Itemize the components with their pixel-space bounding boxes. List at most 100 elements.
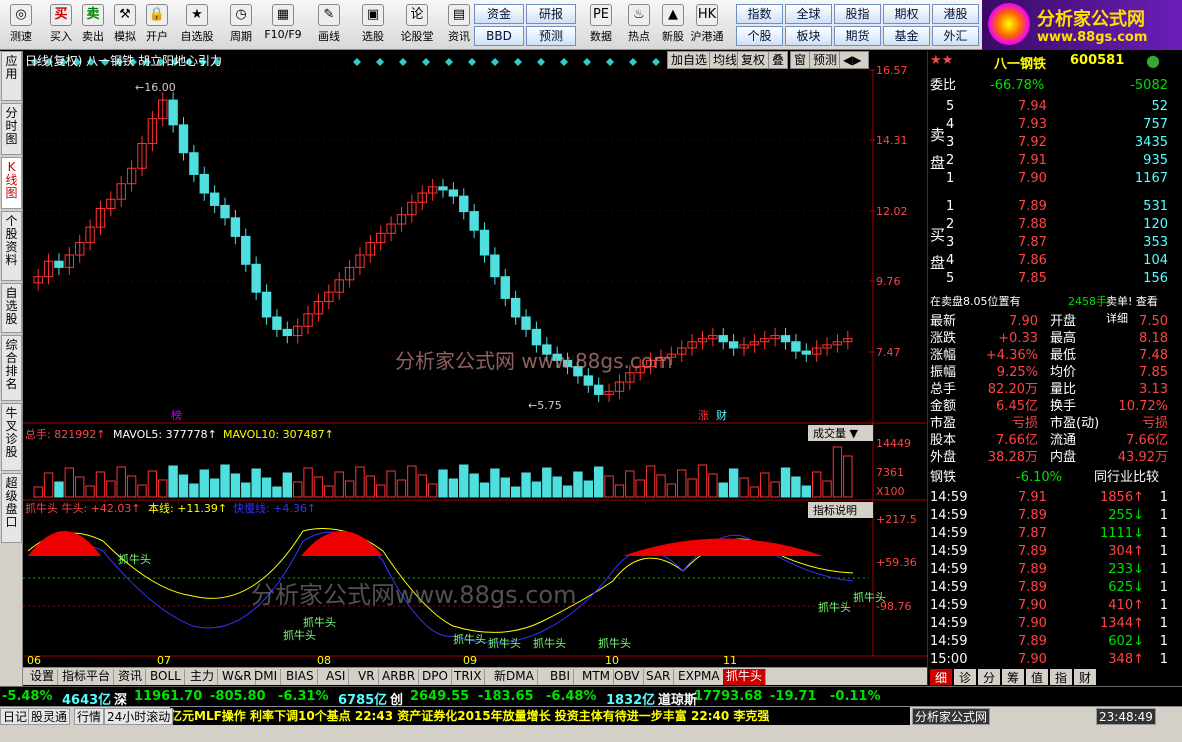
indicator-tab-12[interactable]: TRIX <box>451 669 486 685</box>
grid-button-2[interactable]: BBD <box>474 26 524 46</box>
indicator-tab-2[interactable]: 资讯 <box>115 669 147 685</box>
quote-tab-5[interactable]: 指 <box>1050 669 1072 685</box>
tick-vol: 1344↑ <box>1100 616 1144 631</box>
indicator-tab-10[interactable]: ARBR <box>379 669 420 685</box>
indicator-tab-7[interactable]: BIAS <box>283 669 318 685</box>
quote-tab-6[interactable]: 财 <box>1074 669 1096 685</box>
candle-body <box>583 375 594 386</box>
toolbar-button-6[interactable]: ◷ 周期 <box>220 2 262 48</box>
market-button-4[interactable]: 港股 <box>932 4 979 24</box>
chart-btn-4[interactable]: 窗 <box>790 51 811 69</box>
candle-body <box>490 254 500 278</box>
k1: 最新 <box>930 314 957 329</box>
indicator-tab-15[interactable]: MTM <box>579 669 615 685</box>
status-btn-3[interactable]: 24小时滚动 <box>104 708 174 725</box>
market-button-0[interactable]: 指数 <box>736 4 783 24</box>
status-btn-2[interactable]: 行情 <box>74 708 105 725</box>
globe-icon[interactable]: ● <box>1146 51 1160 70</box>
quote-tab-4[interactable]: 值 <box>1026 669 1048 685</box>
left-tab-3[interactable]: 个股资料 <box>1 211 22 281</box>
candle-body <box>469 211 479 231</box>
toolbar-icon-2: 卖 <box>82 4 104 26</box>
status-btn-1[interactable]: 股灵通 <box>28 708 71 725</box>
ticker-item: -183.65 <box>478 689 534 704</box>
toolbar-icon-13: ♨ <box>628 4 650 26</box>
vol-bar <box>282 472 292 498</box>
webi-diff: -5082 <box>1130 78 1168 93</box>
toolbar-label: 沪港通 <box>690 30 724 43</box>
toolbar-button-10[interactable]: 论论股堂 <box>396 2 438 48</box>
indicator-tab-19[interactable]: 抓牛头 <box>723 669 767 685</box>
toolbar-button-0[interactable]: ◎ 测速 <box>4 2 38 48</box>
grid-button-3[interactable]: 预测 <box>526 26 576 46</box>
indicator-tab-0[interactable]: 设置 <box>27 669 59 685</box>
tick-row: 14:59 7.89 233↓ 1 <box>928 561 1168 578</box>
market-button-6[interactable]: 板块 <box>785 26 832 46</box>
indicator-tab-14[interactable]: BBI <box>547 669 575 685</box>
status-bar: 亿元MLF操作 利率下调10个基点 22:43 资产证券化2015年放量增长 投… <box>0 706 1182 742</box>
quote-tab-0[interactable]: 细 <box>930 669 952 685</box>
grid-button-0[interactable]: 资金 <box>474 4 524 24</box>
toolbar-button-15[interactable]: HK 沪港通 <box>686 2 728 48</box>
chart-btn-2[interactable]: 复权 <box>737 51 770 69</box>
bid-row: 5 7.85 156 <box>928 270 1168 287</box>
vol-bar <box>552 476 562 498</box>
indicator-tab-1[interactable]: 指标平台 <box>59 669 115 685</box>
toolbar-button-7[interactable]: ▦ F10/F9 <box>262 2 304 48</box>
toolbar-button-9[interactable]: ▣ 选股 <box>352 2 394 48</box>
indicator-tab-9[interactable]: VR <box>355 669 379 685</box>
status-right: 分析家公式网 <box>912 708 991 725</box>
tick-price: 7.89 <box>1018 562 1047 577</box>
price-tick-label: 14.31 <box>876 134 908 147</box>
toolbar-button-4[interactable]: 🔒 开户 <box>140 2 174 48</box>
indicator-tab-18[interactable]: EXPMA <box>675 669 724 685</box>
news-scroll[interactable]: 亿元MLF操作 利率下调10个基点 22:43 资产证券化2015年放量增长 投… <box>170 707 910 725</box>
chart-btn-0[interactable]: 加自选 <box>667 51 712 69</box>
left-tab-1[interactable]: 分时图 <box>1 103 22 155</box>
left-tab-5[interactable]: 综合排名 <box>1 335 22 401</box>
grid-button-1[interactable]: 研报 <box>526 4 576 24</box>
left-tab-0[interactable]: 应用 <box>1 51 22 101</box>
chart-nav-icon[interactable]: ◀▶ <box>839 51 869 69</box>
left-tab-2[interactable]: K线图 <box>1 157 22 209</box>
market-button-9[interactable]: 外汇 <box>932 26 979 46</box>
market-button-3[interactable]: 期权 <box>883 4 930 24</box>
quote-tab-1[interactable]: 诊 <box>954 669 976 685</box>
chart-btn-5[interactable]: 预测 <box>809 51 842 69</box>
tick-row: 14:59 7.89 304↑ 1 <box>928 543 1168 560</box>
toolbar-button-12[interactable]: PE 数据 <box>580 2 622 48</box>
chart-canvas[interactable]: 16.57 14.31 12.02 9.76 7.47 ←16.00 ←5.75 分析家公式网… <box>23 51 927 667</box>
market-button-2[interactable]: 股指 <box>834 4 881 24</box>
v2: 7.85 <box>1139 365 1168 380</box>
v1: 9.25% <box>996 365 1038 380</box>
left-tab-6[interactable]: 牛叉诊股 <box>1 403 22 471</box>
toolbar-button-2[interactable]: 卖卖出 <box>76 2 110 48</box>
indicator-tab-4[interactable]: 主力 <box>187 669 219 685</box>
indicator-tab-11[interactable]: DPO <box>419 669 452 685</box>
market-button-7[interactable]: 期货 <box>834 26 881 46</box>
status-btn-0[interactable]: 日记 <box>0 708 31 725</box>
toolbar-button-8[interactable]: ✎ 画线 <box>308 2 350 48</box>
vol: 52 <box>1151 99 1168 114</box>
market-button-5[interactable]: 个股 <box>736 26 783 46</box>
indicator-tab-17[interactable]: SAR <box>643 669 675 685</box>
indicator-tab-6[interactable]: DMI <box>251 669 282 685</box>
vol: 353 <box>1143 235 1168 250</box>
market-button-1[interactable]: 全球 <box>785 4 832 24</box>
toolbar-button-1[interactable]: 买买入 <box>44 2 78 48</box>
left-tab-4[interactable]: 自选股 <box>1 283 22 333</box>
quote-tab-3[interactable]: 筹 <box>1002 669 1024 685</box>
indicator-tab-3[interactable]: BOLL <box>147 669 185 685</box>
quote-tab-2[interactable]: 分 <box>978 669 1000 685</box>
indicator-tab-8[interactable]: ASI <box>323 669 350 685</box>
left-tab-7[interactable]: 超级盘口 <box>1 473 22 543</box>
indicator-tab-16[interactable]: OBV <box>611 669 644 685</box>
ind-tick-label: +59.36 <box>876 556 917 569</box>
toolbar-button-3[interactable]: ⚒ 模拟 <box>108 2 142 48</box>
toolbar-button-5[interactable]: ★ 自选股 <box>176 2 218 48</box>
kline-chart-area[interactable]: 16.57 14.31 12.02 9.76 7.47 ←16.00 ←5.75 分析家公式网… <box>23 51 927 667</box>
indicator-tab-13[interactable]: 新DMA <box>491 669 538 685</box>
chart-btn-3[interactable]: 叠 <box>768 51 789 69</box>
market-button-8[interactable]: 基金 <box>883 26 930 46</box>
bid-row: 1 7.89 531 <box>928 198 1168 215</box>
